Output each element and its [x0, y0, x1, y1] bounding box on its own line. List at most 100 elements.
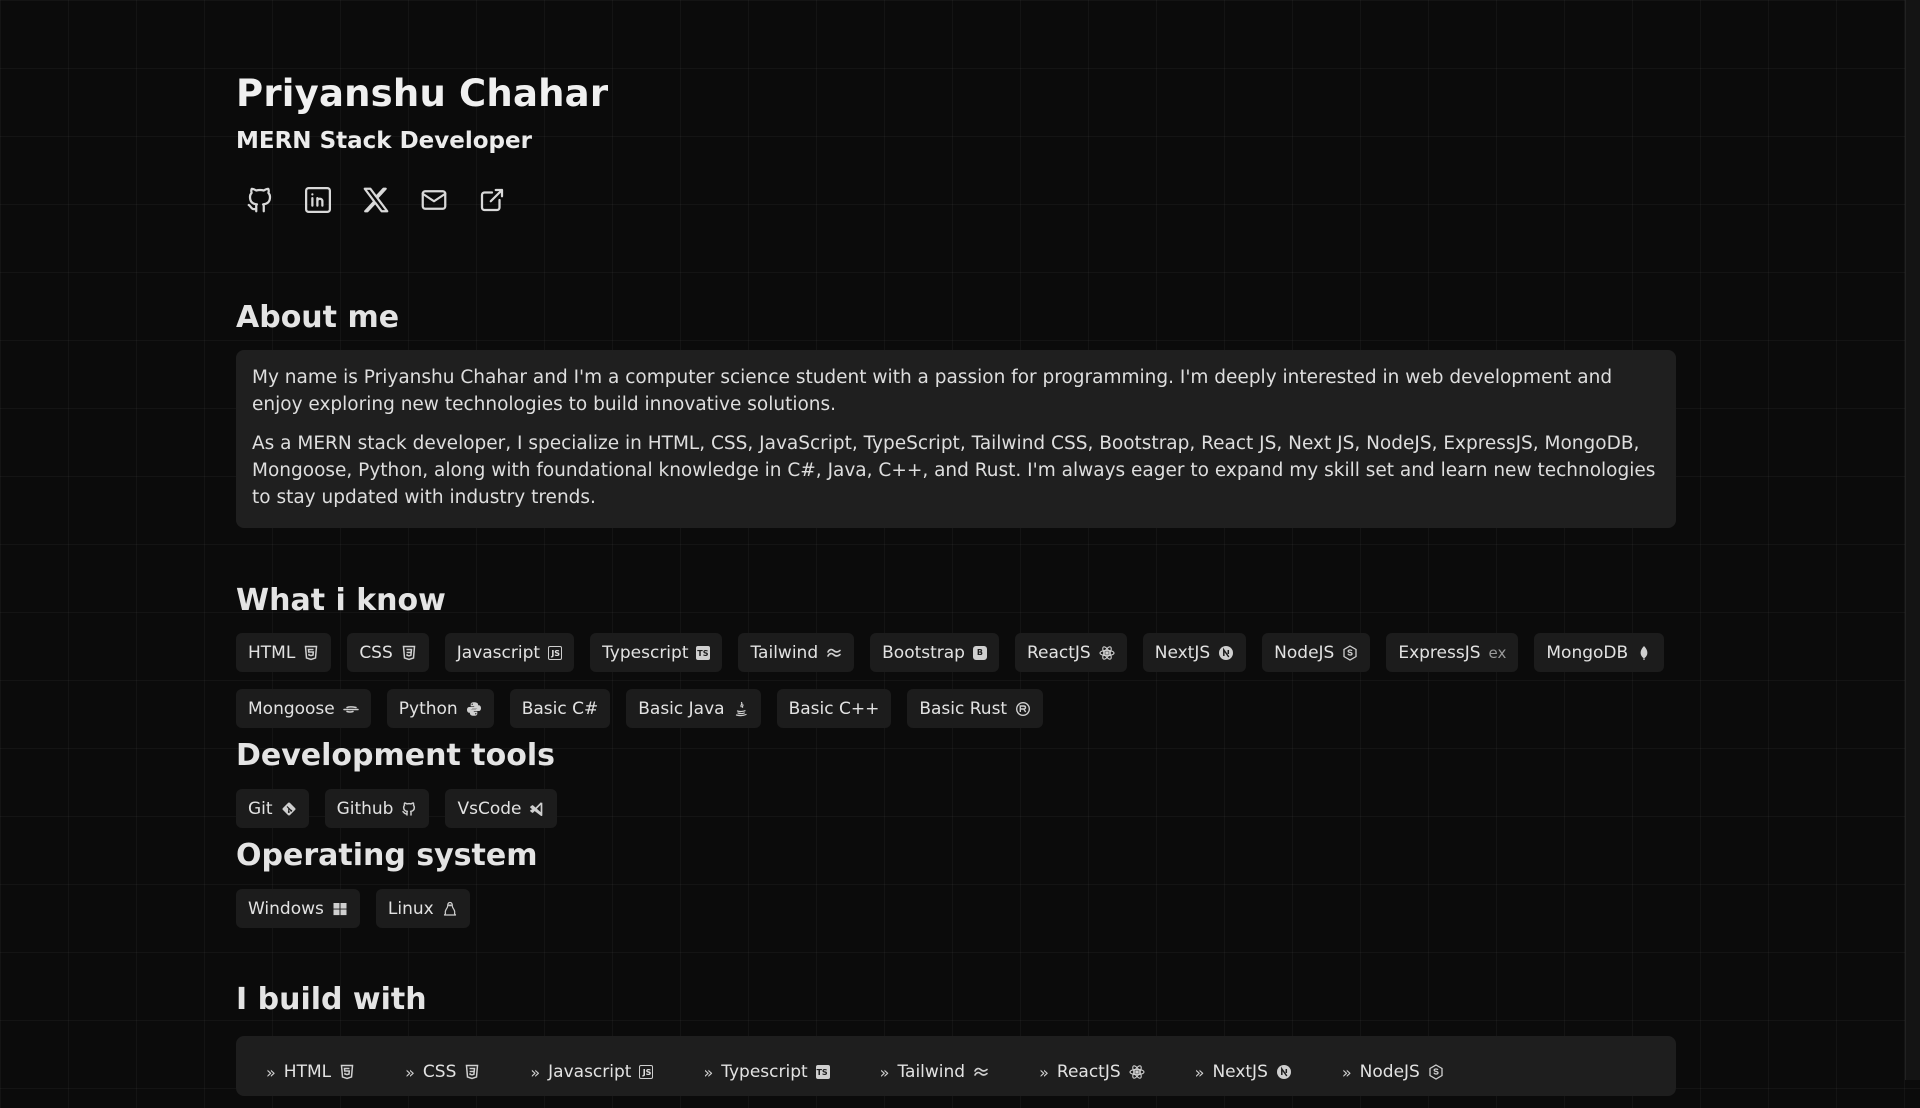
skill-chip: CSS: [347, 633, 429, 672]
express-icon: ex: [1488, 643, 1507, 662]
tool-chip: Git: [236, 789, 309, 828]
skill-label: Basic Rust: [919, 698, 1008, 719]
external-link-icon: [480, 188, 504, 212]
windows-icon: [332, 901, 348, 917]
build-item: » Typescript TS: [703, 1036, 830, 1108]
bootstrap-icon: B: [972, 645, 987, 660]
nodejs-icon: [1428, 1064, 1444, 1080]
skill-label: Javascript: [456, 642, 541, 663]
social-links: [242, 182, 510, 218]
os-chip: Linux: [375, 889, 470, 928]
skill-chip: Basic Rust: [907, 689, 1044, 728]
github-icon: [401, 801, 417, 817]
skill-chip: Javascript JS: [444, 633, 575, 672]
double-chevron-icon: »: [530, 1062, 541, 1082]
skill-label: CSS: [359, 642, 393, 663]
tool-chip: Github: [324, 789, 430, 828]
x-twitter-link[interactable]: [358, 182, 394, 218]
page-scrollbar[interactable]: [1905, 0, 1920, 1080]
skills-row-1: HTML CSS Javascript JS Typescript TS Tailw…: [236, 633, 1665, 672]
tool-label: VsCode: [457, 798, 522, 819]
skill-chip: Basic C++: [776, 689, 892, 728]
skill-chip: NextJS: [1142, 633, 1247, 672]
build-item: » NodeJS: [1342, 1036, 1444, 1108]
linux-icon: [442, 901, 458, 917]
build-item: » Javascript JS: [530, 1036, 654, 1108]
java-icon: [733, 701, 749, 717]
build-marquee: » HTML » CSS » Javascript JS » Typescript TS »…: [236, 1036, 1676, 1096]
build-label: HTML: [283, 1062, 332, 1082]
build-label: ReactJS: [1056, 1062, 1121, 1082]
build-item: » NextJS: [1195, 1036, 1292, 1108]
skill-label: Basic Java: [638, 698, 725, 719]
nextjs-icon: [1218, 645, 1234, 661]
build-label: NextJS: [1212, 1062, 1268, 1082]
skill-chip: MongoDB: [1534, 633, 1665, 672]
skill-label: Basic C++: [788, 698, 880, 719]
nodejs-icon: [1342, 644, 1358, 661]
os-label: Linux: [387, 898, 434, 919]
html5-icon: [303, 645, 319, 661]
skill-label: NodeJS: [1274, 642, 1335, 663]
skill-label: Bootstrap: [882, 642, 965, 663]
skill-chip: Python: [386, 689, 494, 728]
tools-row: Git Github VsCode: [236, 789, 558, 828]
double-chevron-icon: »: [266, 1062, 276, 1082]
skill-label: Basic C#: [521, 698, 599, 719]
skills-row-2: Mongoose Python Basic C# Basic Java Basi…: [236, 689, 1044, 728]
skill-label: ExpressJS: [1398, 642, 1481, 663]
ts-icon: TS: [815, 1065, 830, 1079]
about-heading: About me: [236, 300, 400, 335]
os-heading: Operating system: [236, 838, 538, 873]
mongoose-icon: [343, 701, 359, 717]
skill-label: Python: [398, 698, 458, 719]
external-link[interactable]: [474, 182, 510, 218]
git-icon: [281, 801, 297, 817]
skill-chip: HTML: [236, 633, 332, 672]
profile-role: MERN Stack Developer: [236, 128, 532, 154]
github-link[interactable]: [242, 182, 278, 218]
skill-chip: Typescript TS: [590, 633, 723, 672]
css3-icon: [464, 1064, 480, 1080]
skill-chip: ExpressJS ex: [1386, 633, 1519, 672]
double-chevron-icon: »: [879, 1062, 890, 1082]
vscode-icon: [529, 801, 545, 817]
build-item: » Tailwind: [880, 1036, 989, 1108]
build-label: CSS: [422, 1062, 457, 1082]
skill-label: Tailwind: [750, 642, 819, 663]
nextjs-icon: [1276, 1064, 1292, 1080]
mongodb-icon: [1636, 645, 1652, 661]
react-icon: [1099, 645, 1115, 661]
skills-heading: What i know: [236, 583, 446, 618]
html5-icon: [339, 1064, 355, 1080]
os-row: Windows Linux: [236, 889, 470, 928]
ts-icon: TS: [696, 645, 711, 660]
build-item: » HTML: [266, 1036, 355, 1108]
skill-chip: Basic Java: [626, 689, 761, 728]
skill-chip: ReactJS: [1014, 633, 1127, 672]
rust-icon: [1015, 701, 1031, 717]
double-chevron-icon: »: [703, 1062, 714, 1082]
skill-chip: Tailwind: [738, 633, 855, 672]
double-chevron-icon: »: [405, 1062, 415, 1082]
tailwind-icon: [973, 1064, 989, 1080]
profile-name: Priyanshu Chahar: [236, 72, 609, 115]
email-link[interactable]: [416, 182, 452, 218]
os-chip: Windows: [236, 889, 360, 928]
tool-chip: VsCode: [445, 789, 558, 828]
tool-label: Github: [336, 798, 394, 819]
build-label: Javascript: [548, 1062, 632, 1082]
about-card: My name is Priyanshu Chahar and I'm a co…: [236, 350, 1676, 528]
tool-label: Git: [248, 798, 273, 819]
github-icon: [247, 187, 272, 213]
tailwind-icon: [826, 645, 842, 661]
skill-chip: NodeJS: [1262, 633, 1371, 672]
build-label: Tailwind: [897, 1062, 966, 1082]
linkedin-icon: [305, 187, 331, 213]
skill-label: Mongoose: [248, 698, 335, 719]
mail-icon: [421, 190, 447, 210]
linkedin-link[interactable]: [300, 182, 336, 218]
skill-chip: Bootstrap B: [870, 633, 999, 672]
skill-chip: Mongoose: [236, 689, 371, 728]
double-chevron-icon: »: [1341, 1062, 1352, 1082]
